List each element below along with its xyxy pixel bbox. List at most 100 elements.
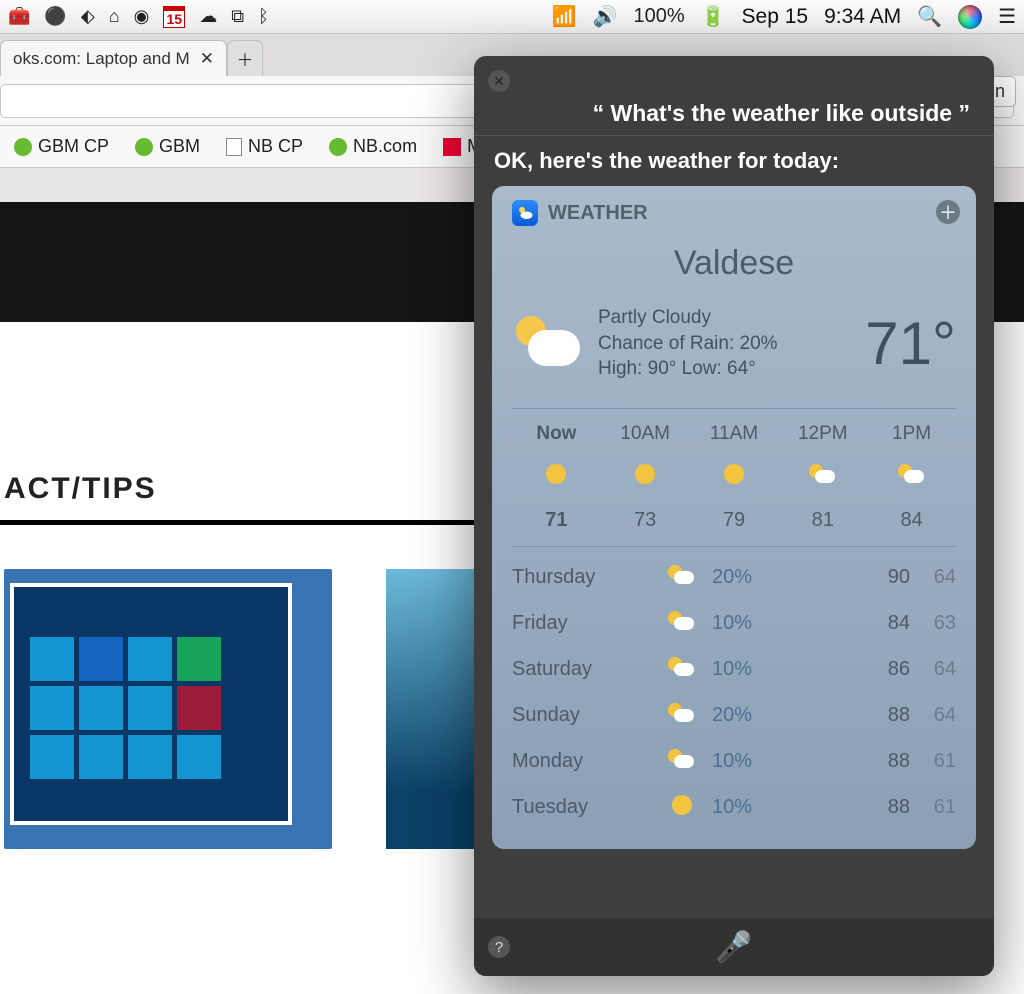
tab-title: oks.com: Laptop and M	[13, 49, 190, 69]
daily-rain-pct: 10%	[712, 658, 792, 681]
hourly-column: Now71	[512, 423, 601, 532]
daily-high: 88	[864, 704, 910, 727]
toolbox-icon[interactable]: 🧰	[8, 6, 30, 27]
green-icon	[135, 138, 153, 156]
partly-cloudy-icon	[867, 463, 956, 491]
bookmark-label: GBM	[159, 136, 200, 157]
office-icon	[443, 138, 461, 156]
close-tab-icon[interactable]: ✕	[200, 49, 214, 69]
spotlight-icon[interactable]: 🔍	[917, 4, 942, 29]
daily-rain-pct: 10%	[712, 750, 792, 773]
daily-rain-pct: 10%	[712, 612, 792, 635]
hourly-column: 11AM 79	[690, 423, 779, 532]
dropbox-icon[interactable]: ⬖	[81, 6, 95, 27]
daily-low: 64	[910, 658, 956, 681]
weather-card-title: WEATHER	[548, 202, 648, 225]
battery-percentage[interactable]: 100%	[633, 5, 684, 28]
bluetooth-icon[interactable]: ᛒ	[258, 6, 269, 27]
browser-tab-active[interactable]: oks.com: Laptop and M ✕	[0, 40, 227, 76]
hourly-temp: 79	[690, 509, 779, 532]
siri-icon[interactable]	[958, 5, 982, 29]
hourly-temp: 71	[512, 509, 601, 532]
green-icon	[14, 138, 32, 156]
hourly-column: 12PM 81	[778, 423, 867, 532]
wifi-icon[interactable]: 📶	[552, 4, 577, 29]
notification-center-icon[interactable]: ☰	[998, 4, 1016, 29]
creative-cloud-icon[interactable]: ◉	[134, 6, 150, 27]
weather-location: Valdese	[512, 244, 956, 283]
current-temperature: 71°	[865, 309, 956, 378]
home-cloud-icon[interactable]: ⌂	[109, 6, 120, 27]
onedrive-icon[interactable]: ☁	[199, 6, 217, 27]
weather-condition: Partly Cloudy	[598, 305, 778, 331]
daily-day: Saturday	[512, 658, 652, 681]
battery-icon[interactable]: 🔋	[701, 4, 726, 29]
current-weather-row: Partly Cloudy Chance of Rain: 20% High: …	[512, 305, 956, 382]
partly-cloudy-icon	[652, 749, 712, 775]
daily-low: 64	[910, 566, 956, 589]
weather-hilo: High: 90° Low: 64°	[598, 356, 778, 382]
daily-row: Monday10%8861	[512, 739, 956, 785]
weather-rain-chance: Chance of Rain: 20%	[598, 331, 778, 357]
daily-low: 64	[910, 704, 956, 727]
new-tab-button[interactable]: ＋	[227, 40, 263, 76]
add-weather-icon[interactable]: ＋	[936, 200, 960, 224]
daily-day: Tuesday	[512, 796, 652, 819]
daily-row: Sunday 20% 8864	[512, 693, 956, 739]
partly-cloudy-icon	[652, 565, 712, 591]
siri-panel: ✕ What's the weather like outside OK, he…	[474, 56, 994, 976]
daily-row: Thursday20%9064	[512, 555, 956, 601]
menubar-time[interactable]: 9:34 AM	[824, 5, 901, 29]
bookmark-label: NB CP	[248, 136, 303, 157]
record-icon[interactable]: ⚫	[44, 6, 66, 27]
daily-rain-pct: 10%	[712, 796, 792, 819]
sun-icon	[601, 463, 690, 491]
bookmark-item[interactable]: GBM CP	[14, 136, 109, 157]
bookmark-item[interactable]: NB CP	[226, 136, 303, 157]
hourly-column: 1PM84	[867, 423, 956, 532]
daily-row: Saturday 10% 8664	[512, 647, 956, 693]
help-icon[interactable]: ?	[488, 936, 510, 958]
daily-rain-pct: 20%	[712, 704, 792, 727]
hourly-forecast[interactable]: Now7110AM7311AM 79 12PM 811PM84	[512, 408, 956, 547]
partly-cloudy-icon	[778, 463, 867, 491]
green-icon	[329, 138, 347, 156]
menubar-tray-left: 🧰 ⚫ ⬖ ⌂ ◉ 15 ☁ ⧉ ᛒ	[8, 6, 269, 28]
daily-high: 90	[864, 566, 910, 589]
daily-high: 88	[864, 750, 910, 773]
weather-card[interactable]: WEATHER ＋ Valdese Partly Cloudy Chance o…	[492, 186, 976, 849]
microphone-icon[interactable]: 🎤	[715, 930, 752, 965]
sun-icon	[690, 463, 779, 491]
1password-icon[interactable]: ⧉	[231, 6, 244, 27]
hourly-time: 12PM	[778, 423, 867, 445]
partly-cloudy-icon	[512, 316, 582, 370]
menubar-tray-right: 📶 🔊 100% 🔋 Sep 15 9:34 AM 🔍 ☰	[552, 4, 1016, 29]
weather-app-icon	[512, 200, 538, 226]
siri-input-bar: ? 🎤	[474, 918, 994, 976]
hourly-time: 10AM	[601, 423, 690, 445]
daily-low: 61	[910, 750, 956, 773]
daily-day: Sunday	[512, 704, 652, 727]
hourly-column: 10AM73	[601, 423, 690, 532]
daily-forecast[interactable]: Thursday20%9064Friday10%8463Saturday10%8…	[512, 555, 956, 831]
menubar-date[interactable]: Sep 15	[742, 5, 809, 29]
daily-high: 86	[864, 658, 910, 681]
hourly-time: 11AM	[690, 423, 779, 445]
sun-icon	[652, 795, 712, 821]
volume-icon[interactable]: 🔊	[593, 4, 618, 29]
partly-cloudy-icon	[652, 657, 712, 683]
bookmark-item[interactable]: NB.com	[329, 136, 417, 157]
siri-query-text: What's the weather like outside	[474, 56, 994, 127]
calendar-icon[interactable]: 15	[163, 6, 185, 28]
bookmark-label: NB.com	[353, 136, 417, 157]
daily-day: Friday	[512, 612, 652, 635]
daily-low: 63	[910, 612, 956, 635]
bookmark-item[interactable]: GBM	[135, 136, 200, 157]
macos-menubar: 🧰 ⚫ ⬖ ⌂ ◉ 15 ☁ ⧉ ᛒ 📶 🔊 100% 🔋 Sep 15 9:3…	[0, 0, 1024, 34]
hourly-temp: 81	[778, 509, 867, 532]
article-thumbnail-1[interactable]	[4, 569, 332, 849]
partly-cloudy-icon	[652, 703, 712, 729]
close-icon[interactable]: ✕	[488, 70, 510, 92]
daily-high: 84	[864, 612, 910, 635]
daily-rain-pct: 20%	[712, 566, 792, 589]
